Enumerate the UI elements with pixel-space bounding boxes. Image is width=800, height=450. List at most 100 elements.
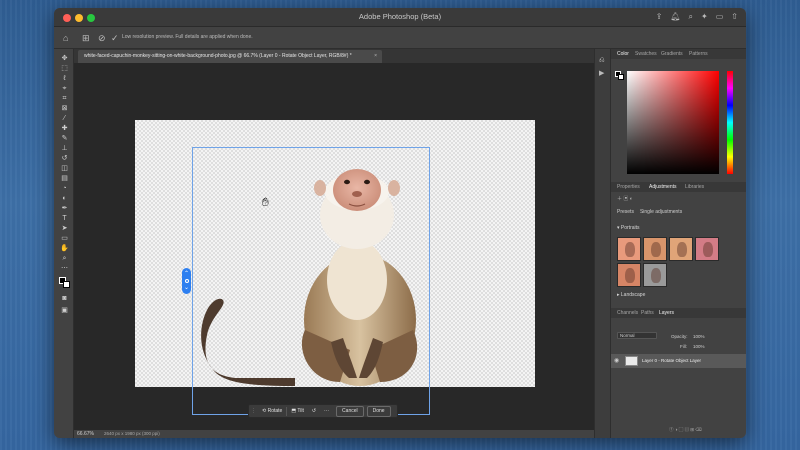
- done-button[interactable]: Done: [366, 405, 391, 417]
- dodge-tool-icon[interactable]: ◐: [60, 195, 69, 203]
- contextual-task-bar: ⋮ ⟲ Rotate ⬒ Tilt ↺ ··· Cancel Done: [248, 404, 398, 418]
- tab-properties[interactable]: Properties: [617, 183, 640, 191]
- tab-adjustments[interactable]: Adjustments: [649, 183, 677, 191]
- app-title: Adobe Photoshop (Beta): [358, 12, 442, 21]
- add-adjustment-icon[interactable]: ＋ ▣ ◐: [617, 195, 633, 202]
- gradient-tool-icon[interactable]: ▤: [60, 175, 69, 183]
- preset-thumbnail[interactable]: [669, 237, 693, 261]
- layer-thumbnail: [625, 356, 638, 366]
- history-brush-tool-icon[interactable]: ↺: [60, 155, 69, 163]
- blur-tool-icon[interactable]: ◔: [60, 185, 69, 193]
- cancel-icon[interactable]: ⊘: [98, 32, 106, 44]
- title-bar-icons: ⇪ 🔔︎ ⌕ ✦ ▭ ⇧: [656, 11, 738, 23]
- tilt-button[interactable]: ⬒ Tilt: [287, 405, 308, 417]
- foreground-background-swatches[interactable]: [59, 277, 70, 288]
- quick-mask-icon[interactable]: ◙: [60, 295, 69, 303]
- panel-background-swatch[interactable]: [618, 74, 624, 80]
- status-bar: 66.67% 2640 px x 1980 px (300 ppi): [74, 430, 594, 438]
- close-tab-icon[interactable]: ×: [374, 50, 377, 63]
- tab-paths[interactable]: Paths: [641, 309, 654, 317]
- tab-gradients[interactable]: Gradients: [661, 50, 683, 58]
- rotate-button[interactable]: ⟲ Rotate: [258, 405, 286, 417]
- workspace-icon[interactable]: ▭: [716, 11, 724, 23]
- pen-tool-icon[interactable]: ✒: [60, 205, 69, 213]
- rotate-label: Rotate: [267, 408, 283, 414]
- opacity-value[interactable]: 100%: [693, 334, 705, 339]
- tab-layers[interactable]: Layers: [659, 309, 674, 317]
- frame-tool-icon[interactable]: ⊠: [60, 105, 69, 113]
- layers-panel-tabs: Channels Paths Layers: [611, 308, 746, 318]
- actions-panel-icon[interactable]: ▶: [599, 69, 604, 77]
- opacity-label: Opacity:: [671, 334, 688, 339]
- tab-patterns[interactable]: Patterns: [689, 50, 708, 58]
- layer-row[interactable]: ◉ Layer 0 - Rotate Object Layer: [611, 354, 746, 368]
- tab-single-adjustments[interactable]: Single adjustments: [640, 209, 682, 215]
- type-tool-icon[interactable]: T: [60, 215, 69, 223]
- preset-thumbnail[interactable]: [617, 237, 641, 261]
- stamp-tool-icon[interactable]: ⊥: [60, 145, 69, 153]
- landscape-group-label[interactable]: ▸ Landscape: [617, 292, 645, 298]
- brush-tool-icon[interactable]: ✎: [60, 135, 69, 143]
- transform-bounding-box[interactable]: [192, 147, 430, 415]
- lasso-tool-icon[interactable]: ℓ: [60, 75, 69, 83]
- zoom-level[interactable]: 66.67%: [77, 431, 94, 437]
- cancel-button[interactable]: Cancel: [336, 405, 364, 417]
- eraser-tool-icon[interactable]: ◫: [60, 165, 69, 173]
- discover-icon[interactable]: ⌕: [689, 11, 693, 23]
- layer-actions-icons[interactable]: ⓕ ◑ ▢ ▤ ⊞ ⌫: [669, 427, 702, 433]
- options-bar: ⌂ ⊞ ⊘ ✓ Low resolution preview. Full det…: [54, 27, 746, 49]
- reset-icon[interactable]: ↺: [308, 405, 320, 417]
- portraits-group-label[interactable]: ▾ Portraits: [617, 225, 640, 231]
- screen-mode-icon[interactable]: ▣: [60, 307, 69, 315]
- more-tools-icon[interactable]: ⋯: [60, 265, 69, 273]
- tab-color[interactable]: Color: [617, 50, 629, 58]
- move-tool-icon[interactable]: ✥: [60, 55, 69, 63]
- document-tab[interactable]: white-faced-capuchin-monkey-sitting-on-w…: [78, 50, 382, 63]
- landscape-label-text: Landscape: [620, 292, 646, 298]
- preview-message: Low resolution preview. Full details are…: [122, 34, 253, 40]
- share-icon[interactable]: ⇪: [656, 11, 663, 23]
- zoom-tool-icon[interactable]: ⌕: [60, 255, 69, 263]
- tab-channels[interactable]: Channels: [617, 309, 638, 317]
- crop-tool-icon[interactable]: ⌗: [60, 95, 69, 103]
- eyedropper-tool-icon[interactable]: ⁄: [60, 115, 69, 123]
- document-tab-title: white-faced-capuchin-monkey-sitting-on-w…: [84, 53, 352, 59]
- preset-thumbnail[interactable]: [643, 237, 667, 261]
- tab-libraries[interactable]: Libraries: [685, 183, 704, 191]
- visibility-eye-icon[interactable]: ◉: [614, 357, 619, 364]
- drag-handle-icon[interactable]: ⋮: [249, 405, 258, 417]
- color-panel-tabs: Color Swatches Gradients Patterns: [611, 49, 746, 59]
- tab-swatches[interactable]: Swatches: [635, 50, 657, 58]
- hand-tool-icon[interactable]: ✋: [60, 245, 69, 253]
- preset-thumbnail[interactable]: [643, 263, 667, 287]
- canvas-area[interactable]: ⌃ ⌄ ✋︎ ⋮ ⟲ Rotate ⬒ Tilt ↺ ··· Cancel Do…: [74, 63, 594, 430]
- shape-tool-icon[interactable]: ▭: [60, 235, 69, 243]
- share-cloud-icon[interactable]: ⇧: [731, 11, 738, 23]
- healing-tool-icon[interactable]: ✚: [60, 125, 69, 133]
- panel-fg-bg-swatch[interactable]: [615, 71, 624, 80]
- path-select-tool-icon[interactable]: ➤: [60, 225, 69, 233]
- history-panel-icon[interactable]: ⎌: [599, 57, 605, 65]
- color-picker-field[interactable]: [627, 71, 719, 174]
- tab-presets[interactable]: Presets: [617, 209, 634, 215]
- more-options-button[interactable]: ···: [320, 405, 333, 417]
- tilt-label: Tilt: [297, 408, 304, 414]
- transform-options-icon[interactable]: ⊞: [82, 32, 90, 44]
- object-select-tool-icon[interactable]: ⌖: [60, 85, 69, 93]
- tools-panel: ✥ ⬚ ℓ ⌖ ⌗ ⊠ ⁄ ✚ ✎ ⊥ ↺ ◫ ▤ ◔ ◐ ✒ T ➤ ▭ ✋ …: [54, 49, 74, 438]
- document-info[interactable]: 2640 px x 1980 px (300 ppi): [104, 431, 160, 436]
- hue-slider[interactable]: [727, 71, 733, 174]
- rotate-handle-icon[interactable]: ⌃ ⌄: [182, 268, 191, 294]
- home-icon[interactable]: ⌂: [63, 32, 68, 44]
- blend-mode-value: Normal: [620, 333, 635, 338]
- marquee-tool-icon[interactable]: ⬚: [60, 65, 69, 73]
- fill-value[interactable]: 100%: [693, 344, 705, 349]
- commit-check-icon[interactable]: ✓: [111, 32, 119, 44]
- blend-mode-select[interactable]: Normal: [617, 332, 657, 339]
- hand-cursor-icon: ✋︎: [262, 195, 269, 209]
- lightbulb-icon[interactable]: ✦: [701, 11, 708, 23]
- notifications-icon[interactable]: 🔔︎: [670, 11, 680, 23]
- preset-thumbnail[interactable]: [617, 263, 641, 287]
- background-color-swatch[interactable]: [63, 281, 70, 288]
- preset-thumbnail[interactable]: [695, 237, 719, 261]
